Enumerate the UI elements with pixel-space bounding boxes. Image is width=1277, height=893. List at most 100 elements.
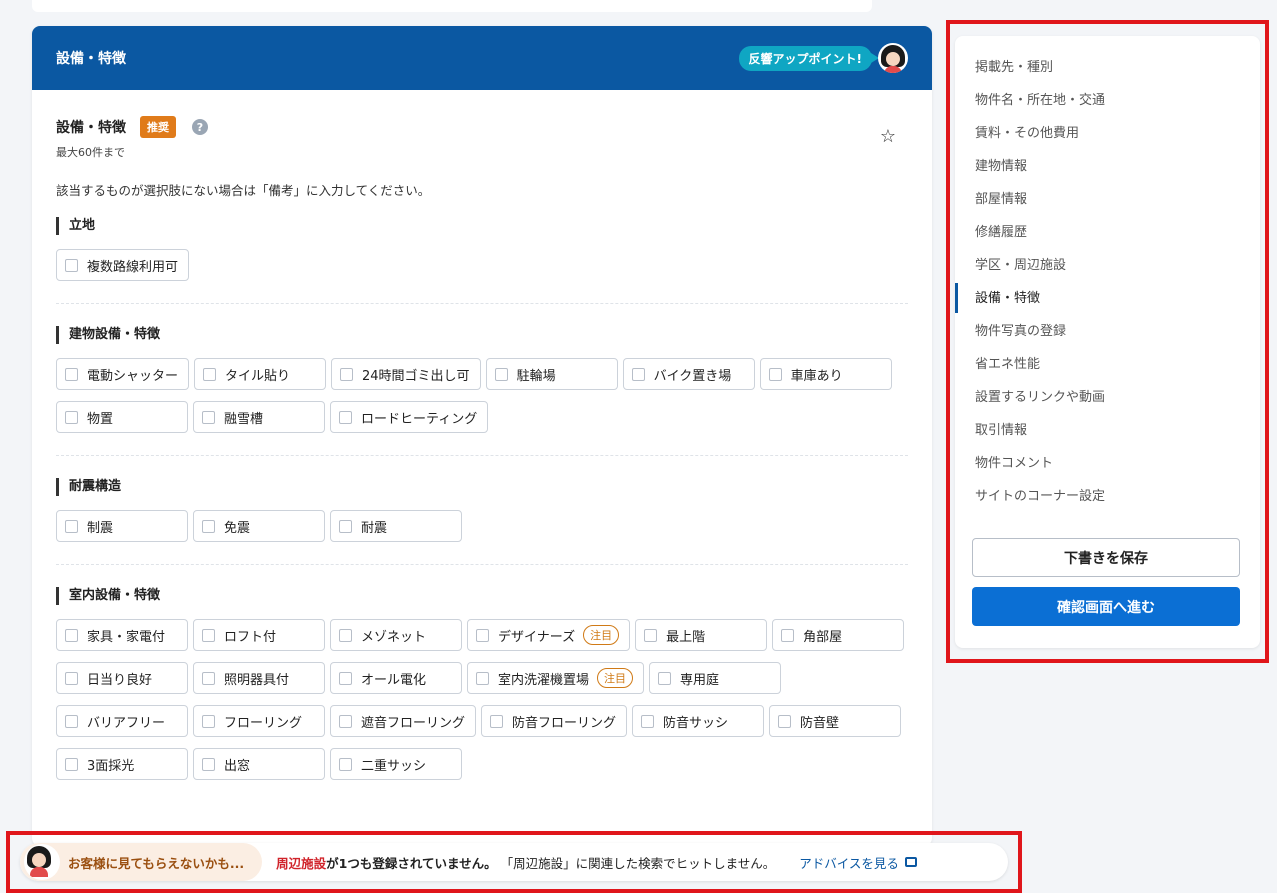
- checkbox-icon[interactable]: [65, 410, 78, 424]
- option-section: 耐震構造 制震 免震 耐震: [56, 455, 908, 564]
- checkbox-icon[interactable]: [339, 714, 352, 728]
- checkbox-icon[interactable]: [65, 757, 78, 771]
- option-checkbox[interactable]: 制震: [56, 510, 188, 542]
- checkbox-icon[interactable]: [641, 714, 655, 728]
- checkbox-icon[interactable]: [339, 757, 352, 771]
- checkbox-icon[interactable]: [202, 714, 215, 728]
- sidebar-nav-item[interactable]: 部屋情報: [955, 188, 1260, 221]
- sidebar-nav-item[interactable]: サイトのコーナー設定: [955, 485, 1260, 518]
- option-checkbox[interactable]: メゾネット: [330, 619, 462, 651]
- option-checkbox[interactable]: 防音サッシ: [632, 705, 765, 737]
- sidebar-nav-item[interactable]: 学区・周辺施設: [955, 254, 1260, 287]
- checkbox-icon[interactable]: [778, 714, 792, 728]
- confirm-button[interactable]: 確認画面へ進む: [972, 587, 1240, 626]
- sidebar-nav-item[interactable]: 賃料・その他費用: [955, 122, 1260, 155]
- option-checkbox[interactable]: デザイナーズ 注目: [467, 619, 631, 651]
- checkbox-icon[interactable]: [340, 367, 354, 381]
- option-checkbox[interactable]: 家具・家電付: [56, 619, 188, 651]
- checkbox-icon[interactable]: [494, 367, 508, 381]
- option-checkbox[interactable]: 専用庭: [649, 662, 782, 694]
- checkbox-icon[interactable]: [339, 671, 352, 685]
- option-label: 免震: [224, 520, 251, 536]
- sidebar-nav-item[interactable]: 物件写真の登録: [955, 320, 1260, 353]
- option-label: 室内洗濯機置場: [498, 672, 590, 688]
- option-checkbox[interactable]: 照明器具付: [193, 662, 325, 694]
- option-label: 角部屋: [803, 629, 843, 645]
- checkbox-icon[interactable]: [65, 258, 78, 272]
- option-checkbox[interactable]: 最上階: [635, 619, 768, 651]
- option-checkbox[interactable]: 二重サッシ: [330, 748, 462, 780]
- advice-link[interactable]: アドバイスを見る: [799, 853, 917, 872]
- option-checkbox[interactable]: 物置: [56, 401, 188, 433]
- checkbox-icon[interactable]: [476, 628, 489, 642]
- sidebar-nav-item[interactable]: 建物情報: [955, 155, 1260, 188]
- checkbox-icon[interactable]: [65, 714, 78, 728]
- option-checkbox[interactable]: 駐輪場: [485, 358, 618, 390]
- option-checkbox[interactable]: 出窓: [193, 748, 325, 780]
- checkbox-icon[interactable]: [202, 757, 215, 771]
- sidebar-nav-item[interactable]: 掲載先・種別: [955, 56, 1260, 89]
- option-checkbox[interactable]: 角部屋: [772, 619, 905, 651]
- checkbox-icon[interactable]: [781, 628, 795, 642]
- option-checkbox[interactable]: 電動シャッター: [56, 358, 190, 390]
- recommended-badge: 推奨: [140, 116, 176, 138]
- option-checkbox[interactable]: 耐震: [330, 510, 462, 542]
- checkbox-icon[interactable]: [65, 367, 78, 381]
- sidebar-nav-item[interactable]: 設備・特徴: [955, 283, 1260, 320]
- sidebar-nav-item[interactable]: 修繕履歴: [955, 221, 1260, 254]
- checkbox-icon[interactable]: [202, 519, 215, 533]
- sidebar-nav-item[interactable]: 設置するリンクや動画: [955, 386, 1260, 419]
- checkbox-icon[interactable]: [203, 367, 217, 381]
- option-label: 電動シャッター: [87, 368, 179, 384]
- checkbox-icon[interactable]: [490, 714, 504, 728]
- option-checkbox[interactable]: 日当り良好: [56, 662, 188, 694]
- option-checkbox[interactable]: 24時間ゴミ出し可: [331, 358, 481, 390]
- option-checkbox[interactable]: バリアフリー: [56, 705, 188, 737]
- checkbox-icon[interactable]: [202, 410, 215, 424]
- favorite-star-icon[interactable]: ☆: [880, 126, 896, 147]
- option-section: 建物設備・特徴 電動シャッター タイル貼り 24時間ゴミ出し可 駐輪場 バイク置き場 車庫あ…: [56, 303, 908, 455]
- save-draft-button[interactable]: 下書きを保存: [972, 538, 1240, 577]
- alert-message: 周辺施設が1つも登録されていません。 「周辺施設」に関連した検索でヒットしません…: [276, 853, 775, 872]
- option-label: 防音サッシ: [663, 715, 729, 731]
- checkbox-icon[interactable]: [65, 671, 78, 685]
- option-checkbox[interactable]: 複数路線利用可: [56, 249, 190, 281]
- field-title: 設備・特徴: [56, 120, 126, 136]
- option-label: 物置: [87, 411, 114, 427]
- help-icon[interactable]: ?: [192, 119, 208, 135]
- option-label: 日当り良好: [87, 672, 153, 688]
- option-checkbox[interactable]: 防音フローリング: [481, 705, 628, 737]
- sidebar-nav-item[interactable]: 物件コメント: [955, 452, 1260, 485]
- checkbox-icon[interactable]: [65, 519, 78, 533]
- checkbox-icon[interactable]: [644, 628, 658, 642]
- option-checkbox[interactable]: ロードヒーティング: [330, 401, 489, 433]
- option-checkbox[interactable]: オール電化: [330, 662, 462, 694]
- checkbox-icon[interactable]: [202, 628, 215, 642]
- sidebar-nav-item[interactable]: 物件名・所在地・交通: [955, 89, 1260, 122]
- checkbox-icon[interactable]: [65, 628, 78, 642]
- alert-facility-link[interactable]: 周辺施設: [276, 856, 326, 871]
- option-section: 立地 複数路線利用可: [56, 217, 908, 303]
- option-checkbox[interactable]: 融雪槽: [193, 401, 325, 433]
- option-checkbox[interactable]: 免震: [193, 510, 325, 542]
- checkbox-icon[interactable]: [202, 671, 215, 685]
- option-checkbox[interactable]: 車庫あり: [759, 358, 892, 390]
- checkbox-icon[interactable]: [768, 367, 782, 381]
- option-checkbox[interactable]: フローリング: [193, 705, 325, 737]
- option-checkbox[interactable]: 3面採光: [56, 748, 188, 780]
- option-checkbox[interactable]: 防音壁: [769, 705, 902, 737]
- option-checkbox[interactable]: バイク置き場: [622, 358, 755, 390]
- option-checkbox[interactable]: タイル貼り: [194, 358, 327, 390]
- option-checkbox[interactable]: 遮音フローリング: [330, 705, 477, 737]
- checkbox-icon[interactable]: [476, 671, 489, 685]
- checkbox-icon[interactable]: [339, 519, 352, 533]
- sidebar-nav-item[interactable]: 省エネ性能: [955, 353, 1260, 386]
- option-checkbox[interactable]: 室内洗濯機置場 注目: [467, 662, 645, 694]
- option-checkbox[interactable]: ロフト付: [193, 619, 325, 651]
- checkbox-icon[interactable]: [631, 367, 645, 381]
- checkbox-icon[interactable]: [339, 410, 352, 424]
- option-label: 最上階: [666, 629, 706, 645]
- sidebar-nav-item[interactable]: 取引情報: [955, 419, 1260, 452]
- checkbox-icon[interactable]: [658, 671, 672, 685]
- checkbox-icon[interactable]: [339, 628, 352, 642]
